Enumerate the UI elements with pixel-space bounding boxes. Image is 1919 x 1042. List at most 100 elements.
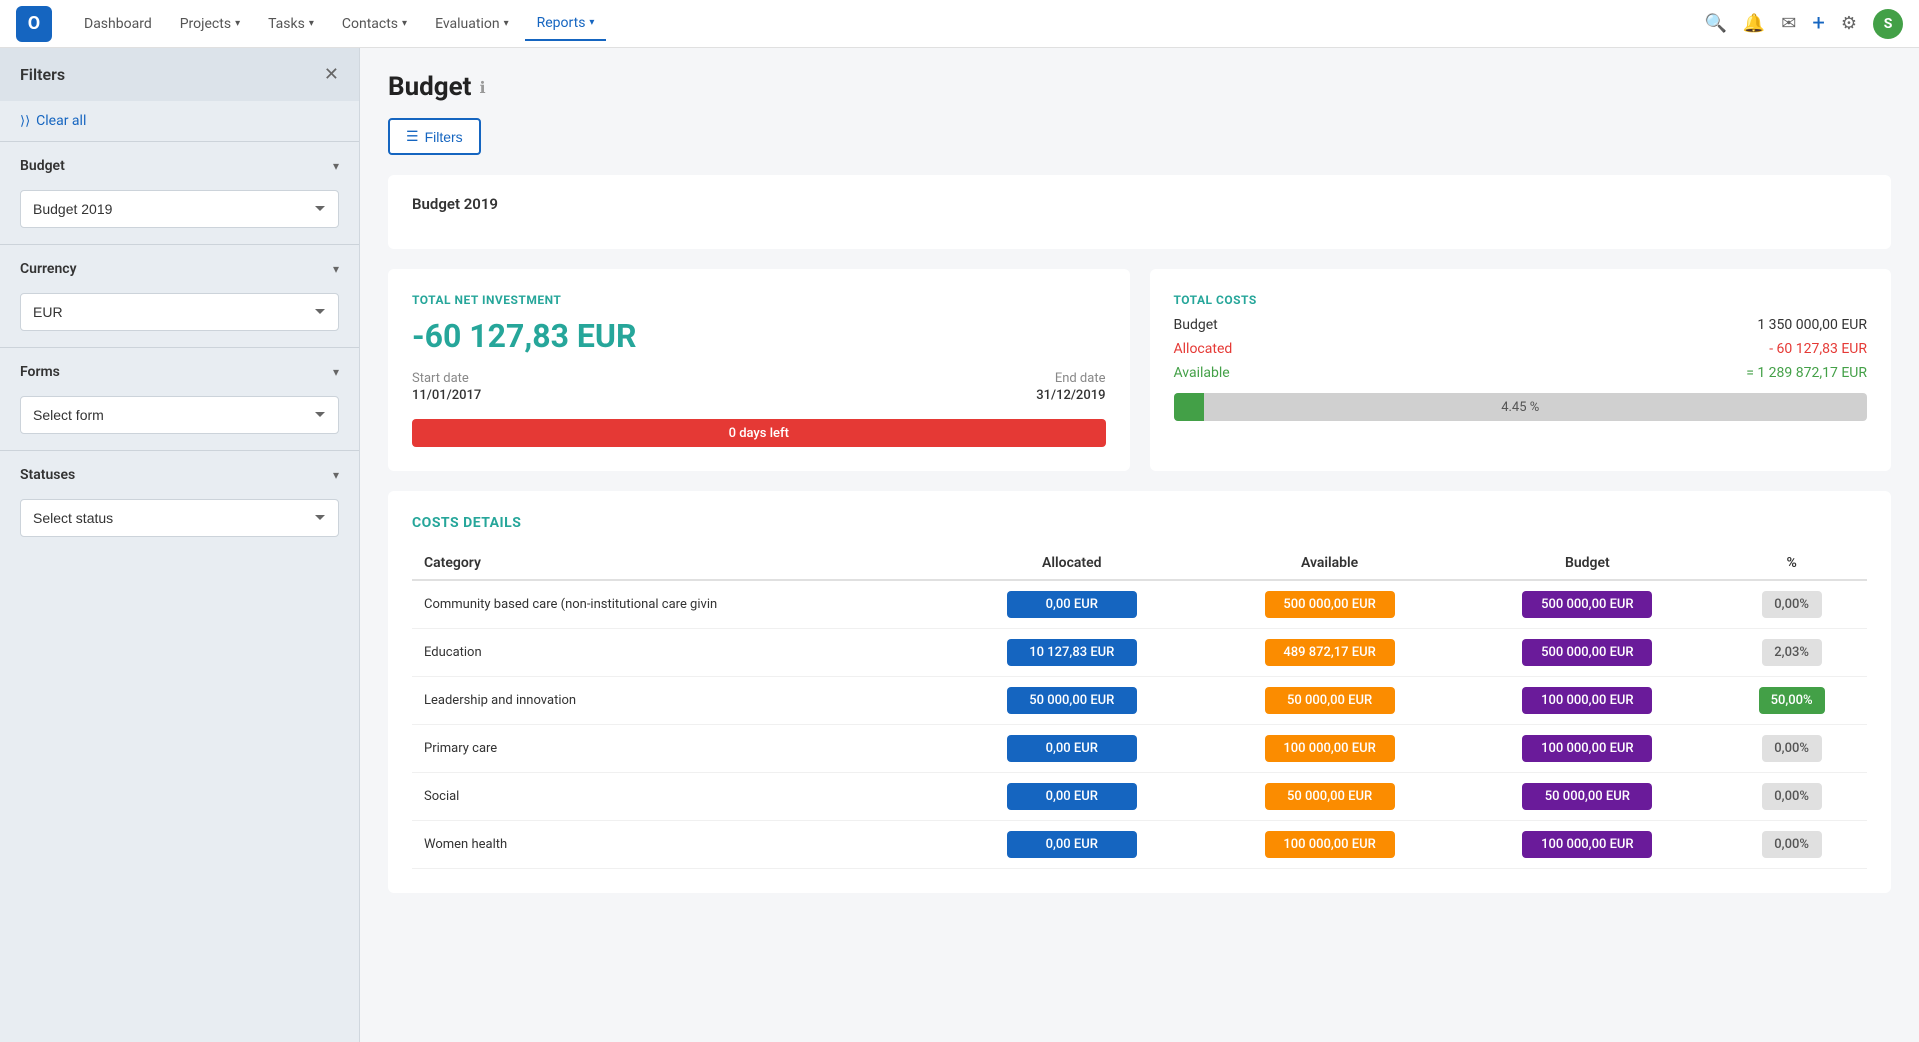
row-pct: 50,00%	[1716, 677, 1867, 725]
chevron-down-icon: ▾	[333, 262, 339, 276]
days-left-label: 0 days left	[729, 426, 789, 441]
filter-icon: ⟩⟩	[20, 114, 30, 129]
table-row: Social 0,00 EUR 50 000,00 EUR 50 000,00 …	[412, 773, 1867, 821]
sidebar-header: Filters ✕	[0, 48, 359, 101]
mail-icon[interactable]: ✉	[1781, 13, 1796, 34]
sidebar-section-currency: Currency ▾ EUR USD	[0, 244, 359, 347]
row-allocated: 10 127,83 EUR	[943, 629, 1201, 677]
chevron-down-icon: ▾	[504, 18, 509, 29]
col-allocated: Allocated	[943, 547, 1201, 580]
row-available: 100 000,00 EUR	[1201, 725, 1459, 773]
budget-pct-label: 4.45 %	[1174, 393, 1868, 421]
sidebar-title: Filters	[20, 65, 65, 84]
filters-button[interactable]: ☰ Filters	[388, 118, 481, 155]
row-pct: 0,00%	[1716, 821, 1867, 869]
row-budget: 100 000,00 EUR	[1458, 677, 1716, 725]
add-icon[interactable]: +	[1812, 11, 1824, 36]
row-category: Social	[412, 773, 943, 821]
page-title-row: Budget ℹ	[388, 72, 1891, 102]
statuses-section-body: Select status	[0, 499, 359, 553]
row-available: 50 000,00 EUR	[1201, 773, 1459, 821]
table-row: Education 10 127,83 EUR 489 872,17 EUR 5…	[412, 629, 1867, 677]
sidebar-section-statuses: Statuses ▾ Select status	[0, 450, 359, 553]
search-icon[interactable]: 🔍	[1704, 13, 1726, 34]
chevron-down-icon: ▾	[333, 365, 339, 379]
row-pct: 2,03%	[1716, 629, 1867, 677]
days-left-bar: 0 days left	[412, 419, 1106, 447]
currency-section-title: Currency	[20, 261, 77, 277]
stat-dates: Start date 11/01/2017 End date 31/12/201…	[412, 371, 1106, 403]
notification-icon[interactable]: 🔔	[1743, 13, 1765, 34]
sidebar-section-forms: Forms ▾ Select form	[0, 347, 359, 450]
end-date-col: End date 31/12/2019	[1036, 371, 1105, 403]
row-allocated: 0,00 EUR	[943, 580, 1201, 629]
nav-contacts[interactable]: Contacts ▾	[330, 8, 419, 40]
sidebar-section-statuses-header[interactable]: Statuses ▾	[0, 451, 359, 499]
filter-icon: ☰	[406, 128, 419, 145]
row-budget: 500 000,00 EUR	[1458, 629, 1716, 677]
row-available: 489 872,17 EUR	[1201, 629, 1459, 677]
table-head: Category Allocated Available Budget %	[412, 547, 1867, 580]
page-title: Budget	[388, 72, 471, 102]
total-costs-label: TOTAL COSTS	[1174, 293, 1868, 307]
chevron-down-icon: ▾	[235, 18, 240, 29]
available-row: Available = 1 289 872,17 EUR	[1174, 365, 1868, 381]
settings-icon[interactable]: ⚙	[1841, 13, 1857, 34]
row-category: Leadership and innovation	[412, 677, 943, 725]
total-net-value: -60 127,83 EUR	[412, 317, 1106, 355]
forms-section-title: Forms	[20, 364, 60, 380]
row-budget: 100 000,00 EUR	[1458, 725, 1716, 773]
status-select[interactable]: Select status	[20, 499, 339, 537]
sidebar-section-budget-header[interactable]: Budget ▾	[0, 142, 359, 190]
statuses-section-title: Statuses	[20, 467, 75, 483]
info-icon[interactable]: ℹ	[479, 78, 485, 97]
table-row: Primary care 0,00 EUR 100 000,00 EUR 100…	[412, 725, 1867, 773]
costs-details-card: COSTS DETAILS Category Allocated Availab…	[388, 491, 1891, 893]
row-pct: 0,00%	[1716, 725, 1867, 773]
currency-select[interactable]: EUR USD	[20, 293, 339, 331]
nav-links: Dashboard Projects ▾ Tasks ▾ Contacts ▾ …	[72, 7, 1704, 41]
clear-all-button[interactable]: ⟩⟩ Clear all	[0, 101, 359, 141]
budget-progress-bar: 4.45 %	[1174, 393, 1868, 421]
nav-tasks[interactable]: Tasks ▾	[256, 8, 326, 40]
row-available: 100 000,00 EUR	[1201, 821, 1459, 869]
start-date-val: 11/01/2017	[412, 388, 481, 403]
budget-card-title: Budget 2019	[412, 195, 1867, 213]
allocated-row: Allocated - 60 127,83 EUR	[1174, 341, 1868, 357]
budget-section-title: Budget	[20, 158, 65, 174]
nav-evaluation[interactable]: Evaluation ▾	[423, 8, 521, 40]
col-available: Available	[1201, 547, 1459, 580]
budget-title-card: Budget 2019	[388, 175, 1891, 249]
app-logo[interactable]: O	[16, 6, 52, 42]
chevron-down-icon: ▾	[589, 17, 594, 28]
total-net-label: TOTAL NET INVESTMENT	[412, 293, 1106, 307]
row-allocated: 50 000,00 EUR	[943, 677, 1201, 725]
form-select[interactable]: Select form	[20, 396, 339, 434]
row-category: Community based care (non-institutional …	[412, 580, 943, 629]
row-category: Primary care	[412, 725, 943, 773]
budget-select[interactable]: Budget 2019	[20, 190, 339, 228]
chevron-down-icon: ▾	[402, 18, 407, 29]
sidebar-section-budget: Budget ▾ Budget 2019	[0, 141, 359, 244]
nav-dashboard[interactable]: Dashboard	[72, 8, 164, 40]
row-budget: 50 000,00 EUR	[1458, 773, 1716, 821]
row-allocated: 0,00 EUR	[943, 725, 1201, 773]
nav-reports[interactable]: Reports ▾	[525, 7, 607, 41]
sidebar-section-forms-header[interactable]: Forms ▾	[0, 348, 359, 396]
total-costs-card: TOTAL COSTS Budget 1 350 000,00 EUR Allo…	[1150, 269, 1892, 471]
sidebar-section-currency-header[interactable]: Currency ▾	[0, 245, 359, 293]
chevron-down-icon: ▾	[333, 468, 339, 482]
close-icon[interactable]: ✕	[324, 64, 339, 85]
row-available: 500 000,00 EUR	[1201, 580, 1459, 629]
row-pct: 0,00%	[1716, 773, 1867, 821]
col-category: Category	[412, 547, 943, 580]
avatar[interactable]: S	[1873, 9, 1903, 39]
topnav-actions: 🔍 🔔 ✉ + ⚙ S	[1704, 9, 1903, 39]
row-allocated: 0,00 EUR	[943, 773, 1201, 821]
row-pct: 0,00%	[1716, 580, 1867, 629]
nav-projects[interactable]: Projects ▾	[168, 8, 252, 40]
forms-section-body: Select form	[0, 396, 359, 450]
table-header-row: Category Allocated Available Budget %	[412, 547, 1867, 580]
allocated-val: - 60 127,83 EUR	[1769, 341, 1867, 357]
currency-section-body: EUR USD	[0, 293, 359, 347]
